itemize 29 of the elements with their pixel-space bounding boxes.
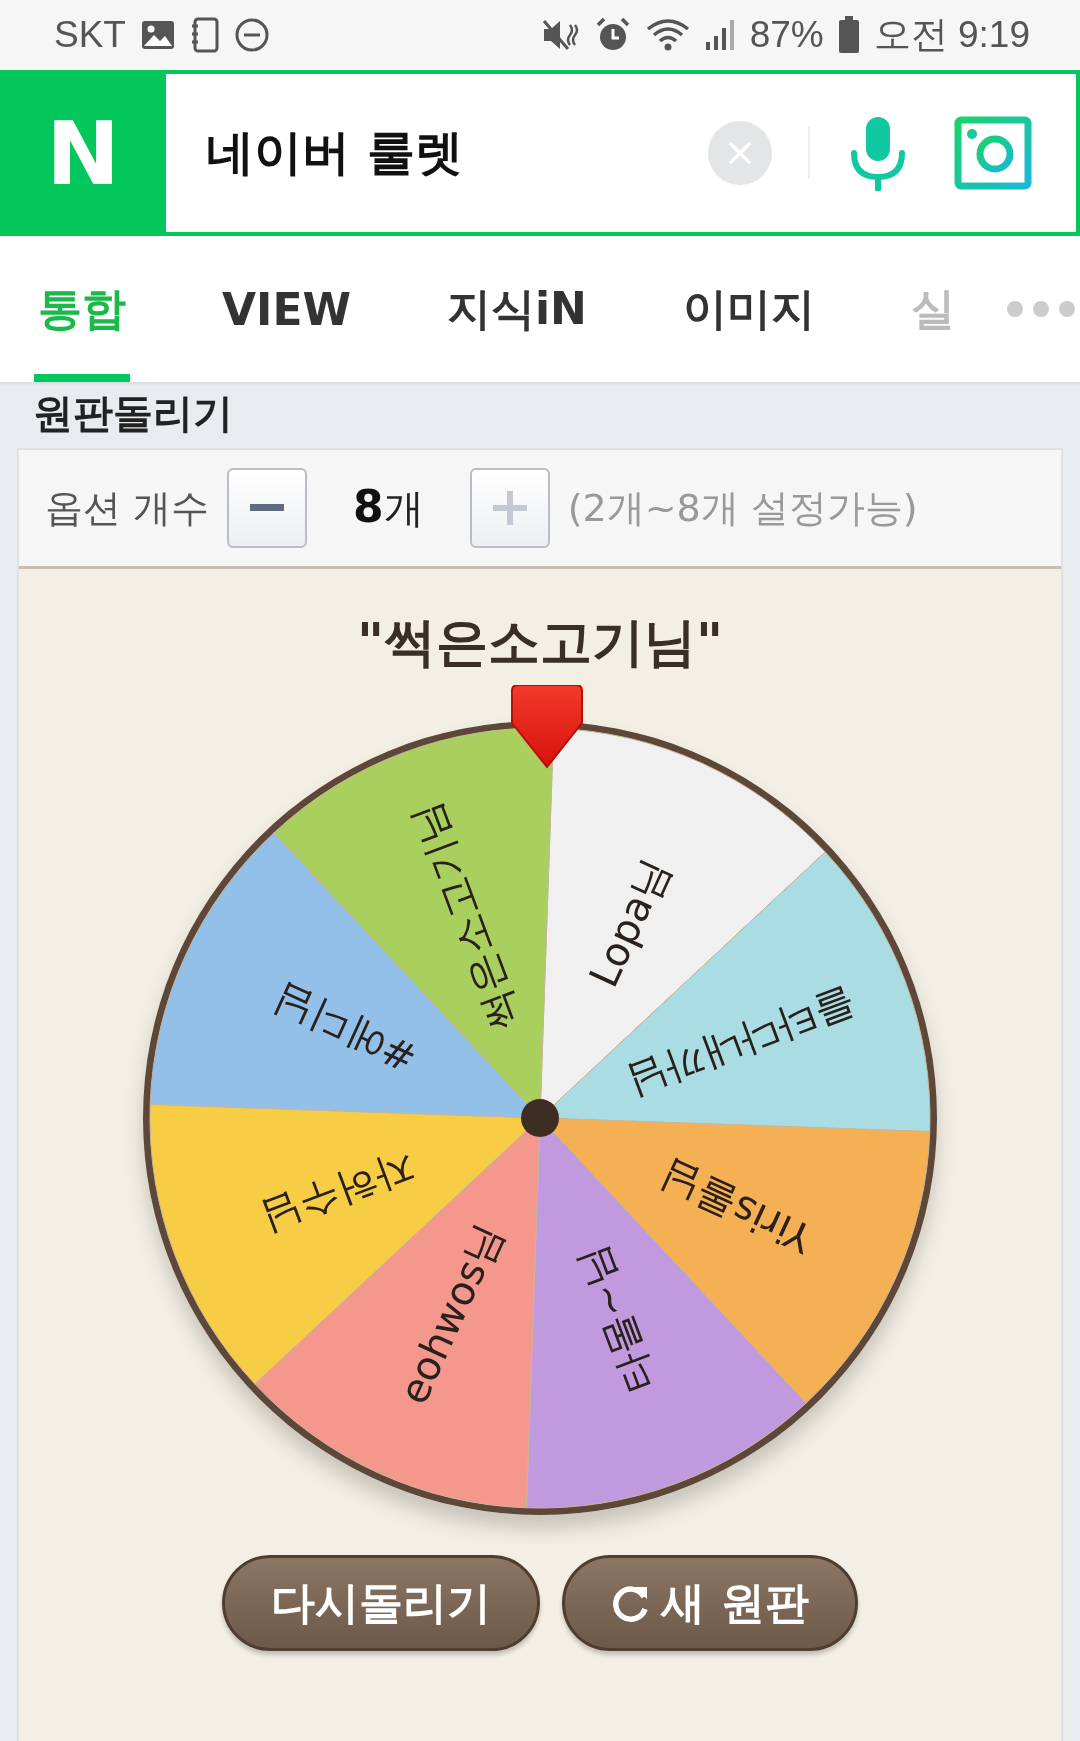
do-not-disturb-icon	[233, 17, 270, 53]
section-title: 원판돌리기	[32, 389, 234, 438]
range-hint: (2개~8개 설정가능)	[567, 484, 918, 532]
new-wheel-button[interactable]: 새 원판	[562, 1555, 858, 1651]
search-tab[interactable]: 지식iN	[443, 236, 591, 382]
option-count-label: 옵션 개수	[45, 484, 210, 532]
option-count: 8개	[353, 480, 424, 534]
wheel-hub	[521, 1099, 559, 1137]
clear-icon[interactable]	[708, 121, 772, 185]
increase-button[interactable]	[469, 468, 550, 548]
signal-icon	[703, 18, 736, 52]
camera-lens-icon[interactable]	[954, 116, 1032, 190]
wifi-icon	[645, 17, 690, 53]
clock: 오전 9:19	[873, 13, 1030, 57]
search-field[interactable]: 네이버 룰렛	[166, 74, 1076, 232]
decrease-button[interactable]	[227, 468, 308, 548]
minus-icon	[250, 504, 285, 512]
search-tab[interactable]: 이미지	[678, 236, 819, 382]
plus-icon	[492, 491, 527, 525]
image-icon	[139, 19, 176, 51]
carrier-label: SKT	[54, 14, 126, 56]
spin-again-button[interactable]: 다시돌리기	[222, 1555, 541, 1651]
battery-icon	[837, 16, 860, 54]
search-query: 네이버 룰렛	[206, 123, 464, 182]
search-tab[interactable]: VIEW	[218, 236, 355, 382]
more-icon[interactable]	[1004, 299, 1077, 319]
wheel-title: "썩은소고기님"	[356, 611, 724, 674]
battery-percent: 87%	[749, 14, 824, 56]
notebook-icon	[189, 17, 220, 53]
